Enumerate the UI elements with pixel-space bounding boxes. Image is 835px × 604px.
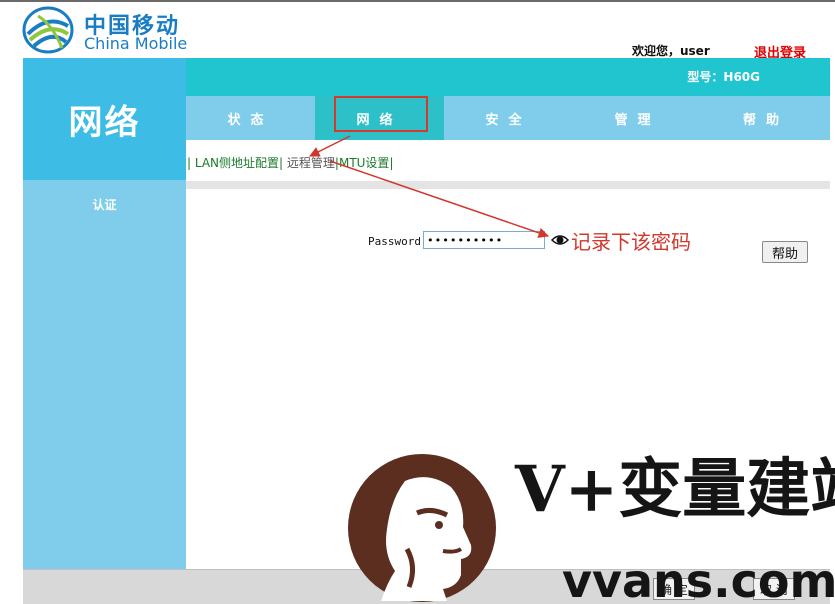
password-input[interactable] [423,231,545,249]
china-mobile-logo: 中国移动 China Mobile [22,4,202,56]
welcome-text: 欢迎您，user [632,44,710,58]
main-nav-tabs: 状态 网络 安全 管理 帮助 [186,96,830,140]
sidebar-item-auth[interactable]: 认证 [23,196,186,213]
china-mobile-logo-icon [22,6,74,54]
sublink-mtu-settings[interactable]: MTU设置 [339,156,389,170]
content-divider [186,181,830,189]
watermark-gorilla-logo [348,454,496,602]
sublink-lan-config[interactable]: LAN侧地址配置 [195,156,279,170]
tab-help[interactable]: 帮助 [702,96,830,140]
model-bar: 型号：H60G [186,58,830,96]
brand-name-en: China Mobile [84,34,188,53]
sidebar: 网络 认证 [23,58,186,569]
help-button[interactable]: 帮助 [762,241,808,263]
top-border [0,0,835,2]
tab-status[interactable]: 状态 [186,96,315,140]
router-admin-page: 中国移动 China Mobile 欢迎您，user 退出登录 网络 认证 型号… [0,0,835,604]
sublink-remote-management[interactable]: 远程管理 [287,156,335,170]
tab-security[interactable]: 安全 [444,96,573,140]
arrow-to-password [329,160,549,238]
watermark-url: vvans.com [562,554,835,604]
annotation-highlight-box [334,96,428,132]
sub-navigation: | LAN侧地址配置| 远程管理|MTU设置| [187,156,394,170]
annotation-text: 记录下该密码 [571,230,691,254]
device-model: 型号：H60G [687,70,760,84]
tab-management[interactable]: 管理 [573,96,702,140]
sidebar-title: 网络 [23,58,186,180]
watermark-brand: V+变量建站 [515,452,835,527]
eye-icon [551,235,569,245]
password-label: Password [368,235,421,248]
